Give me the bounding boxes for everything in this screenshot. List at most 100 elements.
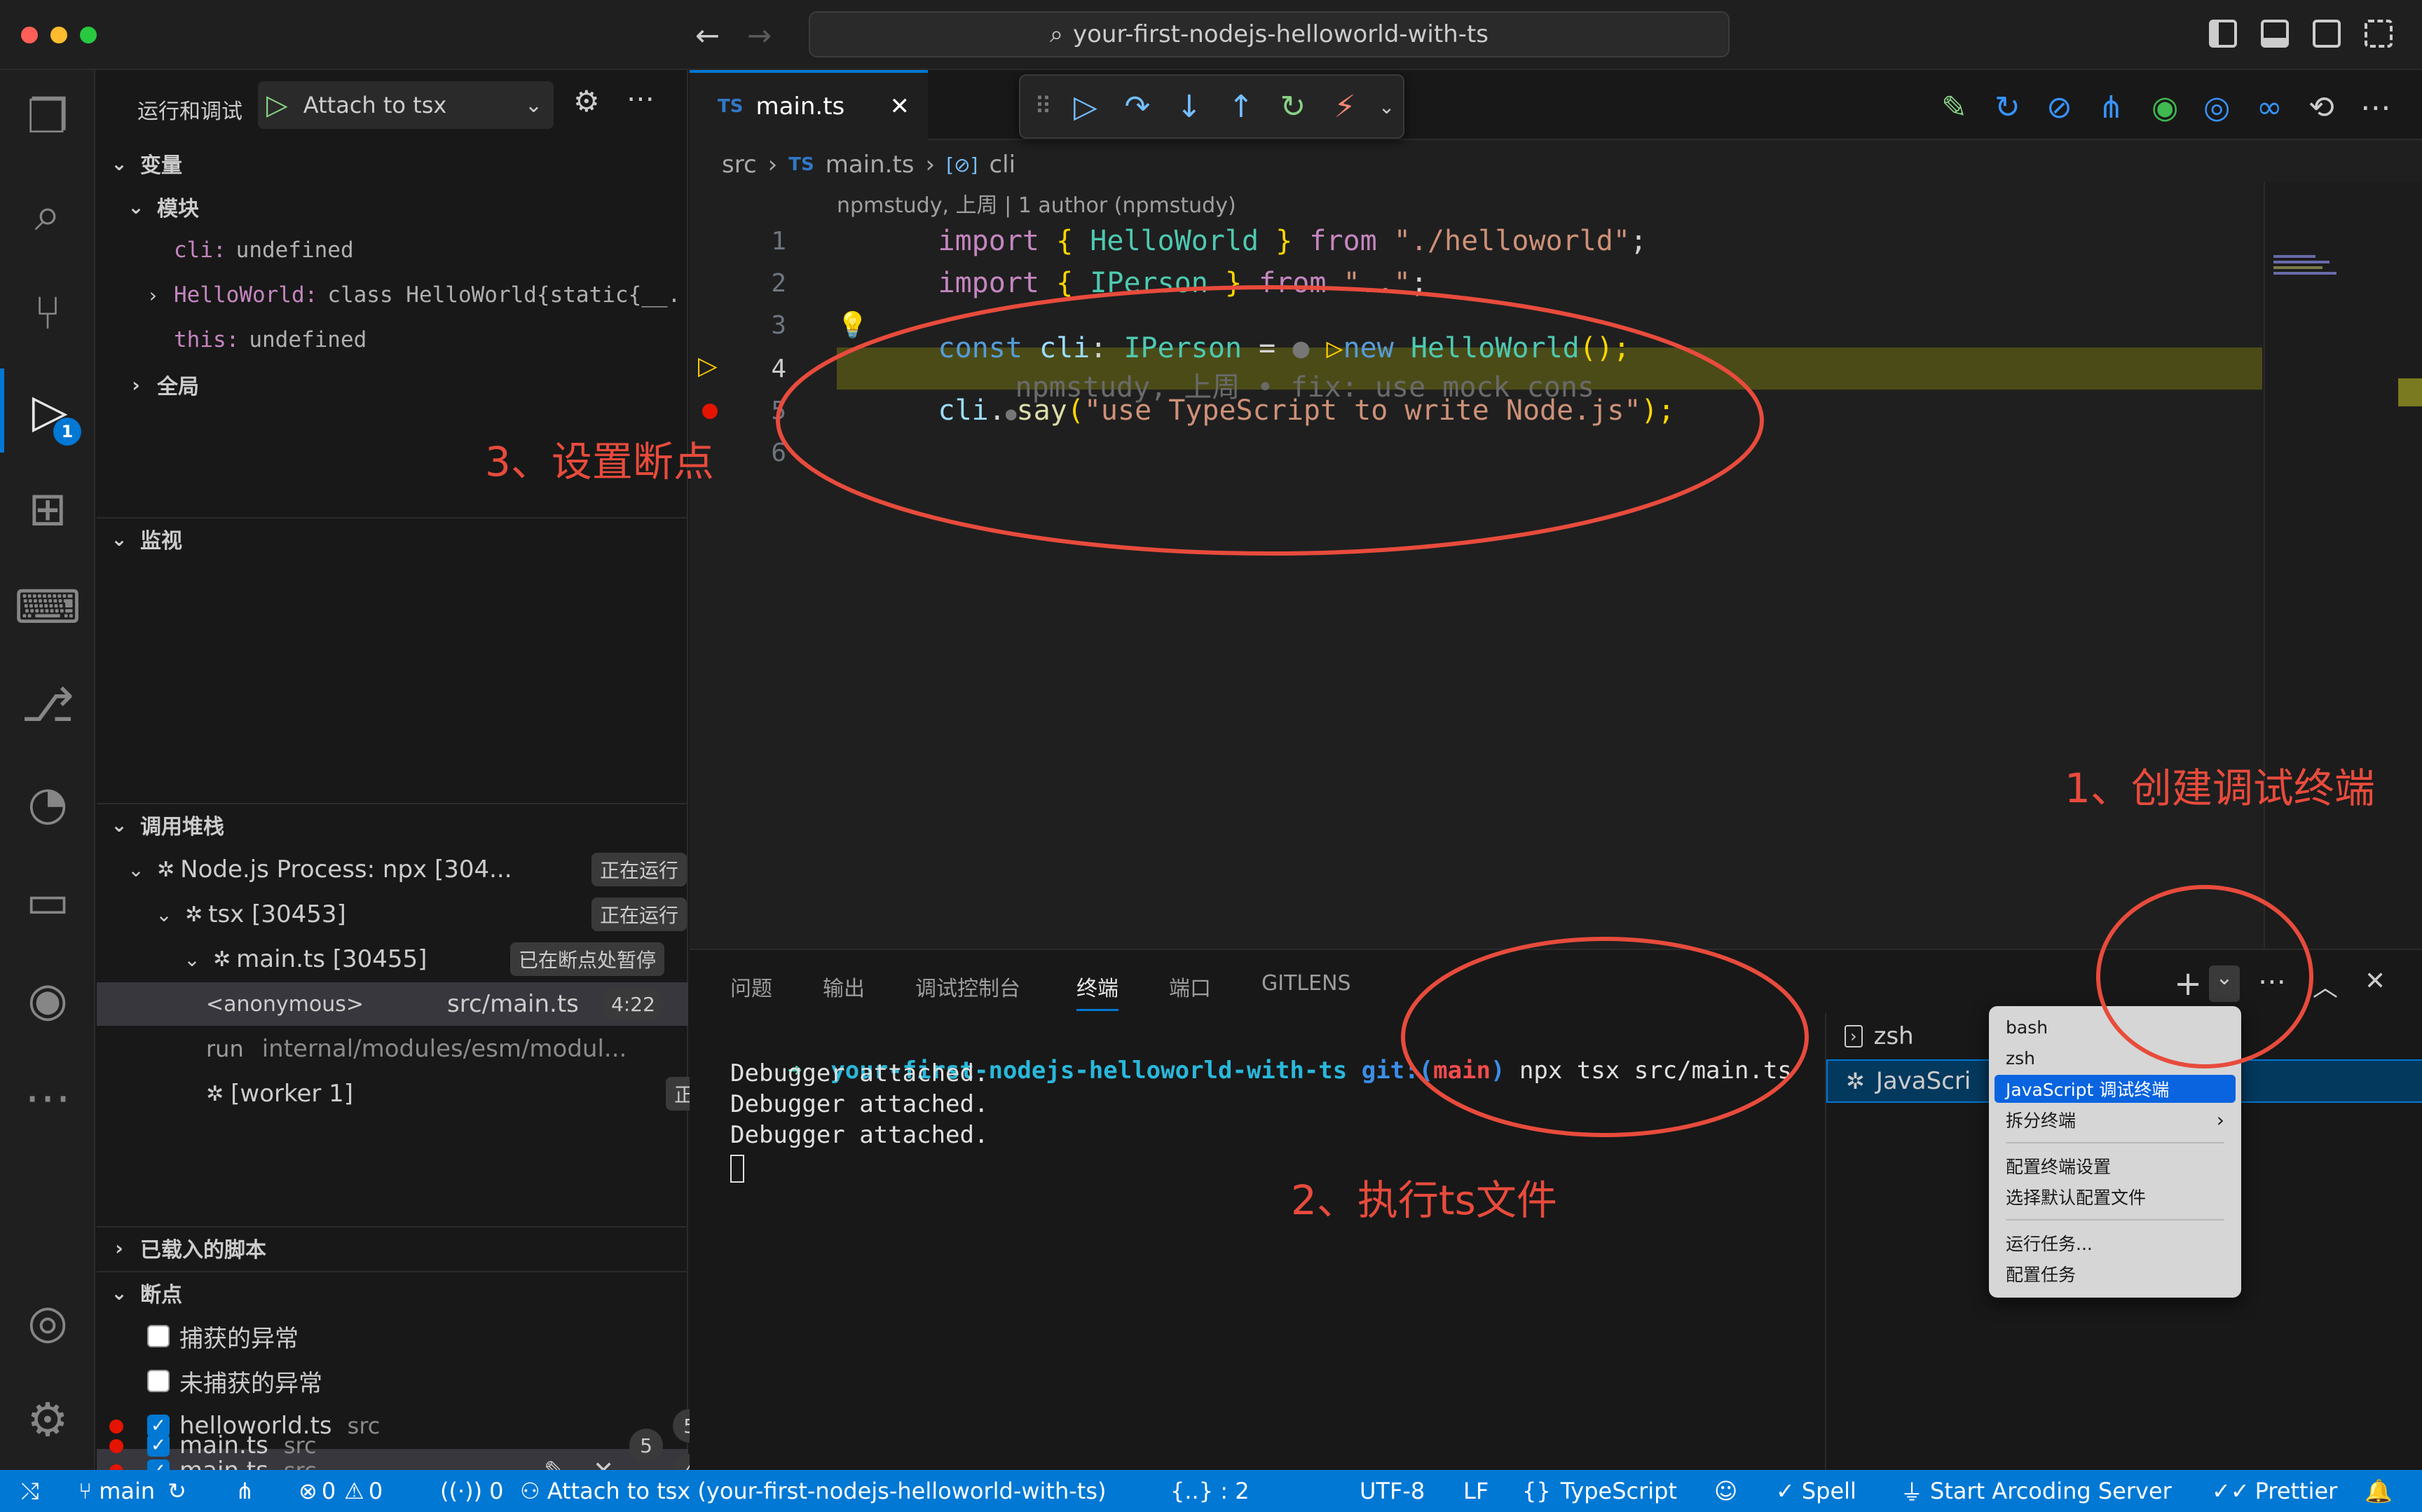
ports-indicator[interactable]: ((·)) 0 [440,1470,503,1512]
tab-terminal[interactable]: 终端 [1076,971,1118,1011]
run-debug-icon[interactable]: ▷ 1 [0,369,95,453]
problems-indicator[interactable]: ⊗ 0 ⚠ 0 [299,1470,383,1512]
customize-layout-icon[interactable] [2365,20,2393,48]
menu-item-zsh[interactable]: zsh [1995,1044,2236,1072]
target-icon[interactable]: ◎ [2203,90,2230,125]
explorer-icon[interactable]: ❐ [0,74,95,158]
more-actions-icon[interactable]: ⋯ [2360,90,2391,125]
close-panel-icon[interactable]: ✕ [2365,967,2386,996]
hierarchy-icon[interactable]: ⋔ [2098,90,2124,125]
menu-item-bash[interactable]: bash [1995,1013,2236,1041]
callstack-worker[interactable]: ✲ [worker 1] 正在运行 [206,1072,762,1115]
module-scope[interactable]: ⌄ 模块 [123,185,199,228]
step-into-icon[interactable]: ↓ [1171,89,1207,125]
variable-row[interactable]: › HelloWorld: class HelloWorld{static{__… [140,273,678,317]
tab-output[interactable]: 输出 [823,971,865,1002]
search-icon[interactable]: ⌕ [0,172,95,256]
tab-ports[interactable]: 端口 [1169,971,1211,1002]
callstack-process[interactable]: ⌄ ✲ main.ts [30455] 已在断点处暂停 [179,937,688,981]
disable-icon[interactable]: ⊘ [2046,90,2072,125]
callstack-frame-selected[interactable]: <anonymous> src/main.ts 4:22 [97,982,688,1026]
breakpoints-section-header[interactable]: ⌄ 断点 [107,1271,182,1314]
settings-gear-icon[interactable]: ⚙ [0,1377,95,1462]
terminal-icon[interactable]: ⌨ [0,565,95,649]
code-line[interactable]: 6 [690,432,2259,474]
tab-problems[interactable]: 问题 [730,971,772,1002]
checkbox-checked[interactable]: ✓ [147,1434,170,1457]
step-out-icon[interactable]: ↑ [1223,89,1259,125]
disconnect-icon[interactable]: ⚡ [1327,89,1363,125]
checkbox[interactable] [147,1325,170,1347]
minimap[interactable] [2264,182,2422,949]
forward-arrow-icon[interactable]: → [747,18,772,53]
link-icon[interactable]: ∞ [2257,90,2283,125]
restart-icon[interactable]: ↻ [1275,89,1311,125]
variables-section-header[interactable]: ⌄ 变量 [107,142,182,185]
chat-icon[interactable]: ◉ [0,957,95,1041]
encoding-indicator[interactable]: UTF-8 [1360,1470,1425,1512]
toggle-secondary-sidebar-icon[interactable] [2313,20,2341,48]
back-arrow-icon[interactable]: ← [695,18,720,53]
callstack-process[interactable]: ⌄ ✲ Node.js Process: npx [304... 正在运行 [123,848,688,891]
remote-indicator-icon[interactable]: ⤭ [21,1470,39,1512]
debug-config-select[interactable]: ▷ Attach to tsx ⌄ [258,81,554,129]
continue-icon[interactable]: ▷ [1067,89,1104,125]
step-over-icon[interactable]: ↷ [1119,89,1156,125]
account-icon[interactable]: ◎ [0,1279,95,1363]
notifications-bell-icon[interactable]: 🔔 [2365,1470,2393,1512]
menu-item-select-default-profile[interactable]: 选择默认配置文件 [1995,1183,2236,1211]
maximize-panel-icon[interactable]: ︿ [2313,967,2338,1003]
inline-breakpoint-icon[interactable]: ● [1292,332,1309,364]
breadcrumb-symbol[interactable]: cli [989,151,1015,179]
watch-section-header[interactable]: ⌄ 监视 [107,517,182,561]
menu-item-run-task[interactable]: 运行任务... [1995,1229,2236,1257]
graph-icon[interactable]: ⋔ [235,1470,254,1512]
loaded-scripts-section-header[interactable]: › 已载入的脚本 [107,1226,266,1270]
gitlens-icon[interactable]: ⎇ [0,663,95,747]
variable-row[interactable]: this: undefined [174,318,367,362]
more-icon[interactable]: ⋯ [0,1055,95,1139]
chevron-down-icon[interactable]: ⌄ [1378,95,1395,118]
spell-indicator[interactable]: ✓ Spell [1776,1470,1856,1512]
tab-main-ts[interactable]: TS main.ts ✕ [690,70,928,140]
callstack-process[interactable]: ⌄ ✲ tsx [30453] 正在运行 [151,893,688,936]
refresh-icon[interactable]: ↻ [1995,90,2020,125]
callstack-section-header[interactable]: ⌄ 调用堆栈 [107,803,224,846]
debug-status[interactable]: ⚇ Attach to tsx (your-first-nodejs-hello… [520,1470,1107,1512]
code-line[interactable]: 2 import { IPerson } from ".."; [690,262,2259,304]
variable-row[interactable]: cli: undefined [174,228,354,272]
callstack-frame[interactable]: run internal/modules/esm/modul... [97,1027,688,1071]
more-actions-icon[interactable]: ⋯ [627,83,655,115]
menu-item-configure-settings[interactable]: 配置终端设置 [1995,1152,2236,1180]
breadcrumb-folder[interactable]: src [722,151,757,179]
toggle-panel-icon[interactable] [2261,20,2289,48]
edit-note-icon[interactable]: ✎ [1941,90,1967,125]
menu-item-split-terminal[interactable]: 拆分终端 › [1995,1106,2236,1134]
more-actions-icon[interactable]: ⋯ [2258,965,2286,998]
global-scope[interactable]: › 全局 [123,363,199,406]
copilot-icon[interactable]: ☺ [1714,1470,1737,1512]
uncaught-exceptions-option[interactable]: 未捕获的异常 [147,1359,322,1403]
drag-handle-icon[interactable]: ⠿ [1034,92,1052,121]
checkbox[interactable] [147,1370,170,1392]
menu-item-configure-tasks[interactable]: 配置任务 [1995,1260,2236,1288]
code-line[interactable]: 5 cli.●say("use TypeScript to write Node… [690,390,2259,432]
inline-breakpoint-icon[interactable]: ● [1006,404,1017,425]
branch-indicator[interactable]: ⑂ main ↻ [78,1470,186,1512]
timeline-icon[interactable]: ◔ [0,761,95,845]
maximize-window-button[interactable] [80,27,97,43]
tab-gitlens[interactable]: GITLENS [1261,971,1351,996]
json-breadcrumb[interactable]: {..} : 2 [1170,1470,1250,1512]
breakpoint-item[interactable]: ✓ main.ts src 5 [147,1424,687,1467]
language-indicator[interactable]: {} TypeScript [1522,1470,1677,1512]
eol-indicator[interactable]: LF [1463,1470,1489,1512]
prettier-indicator[interactable]: ✓✓ Prettier [2212,1470,2337,1512]
tab-debug-console[interactable]: 调试控制台 [915,971,1020,1002]
source-control-icon[interactable]: ⑂ [0,270,95,355]
command-center-search[interactable]: ⌕ your-first-nodejs-helloworld-with-ts [809,11,1730,57]
caught-exceptions-option[interactable]: 捕获的异常 [147,1314,299,1358]
close-window-button[interactable] [21,27,38,43]
debug-settings-gear-icon[interactable]: ⚙ [573,84,600,118]
arcoding-indicator[interactable]: ⏚ Start Arcoding Server [1901,1470,2172,1512]
compare-icon[interactable]: ⟲ [2308,90,2334,125]
